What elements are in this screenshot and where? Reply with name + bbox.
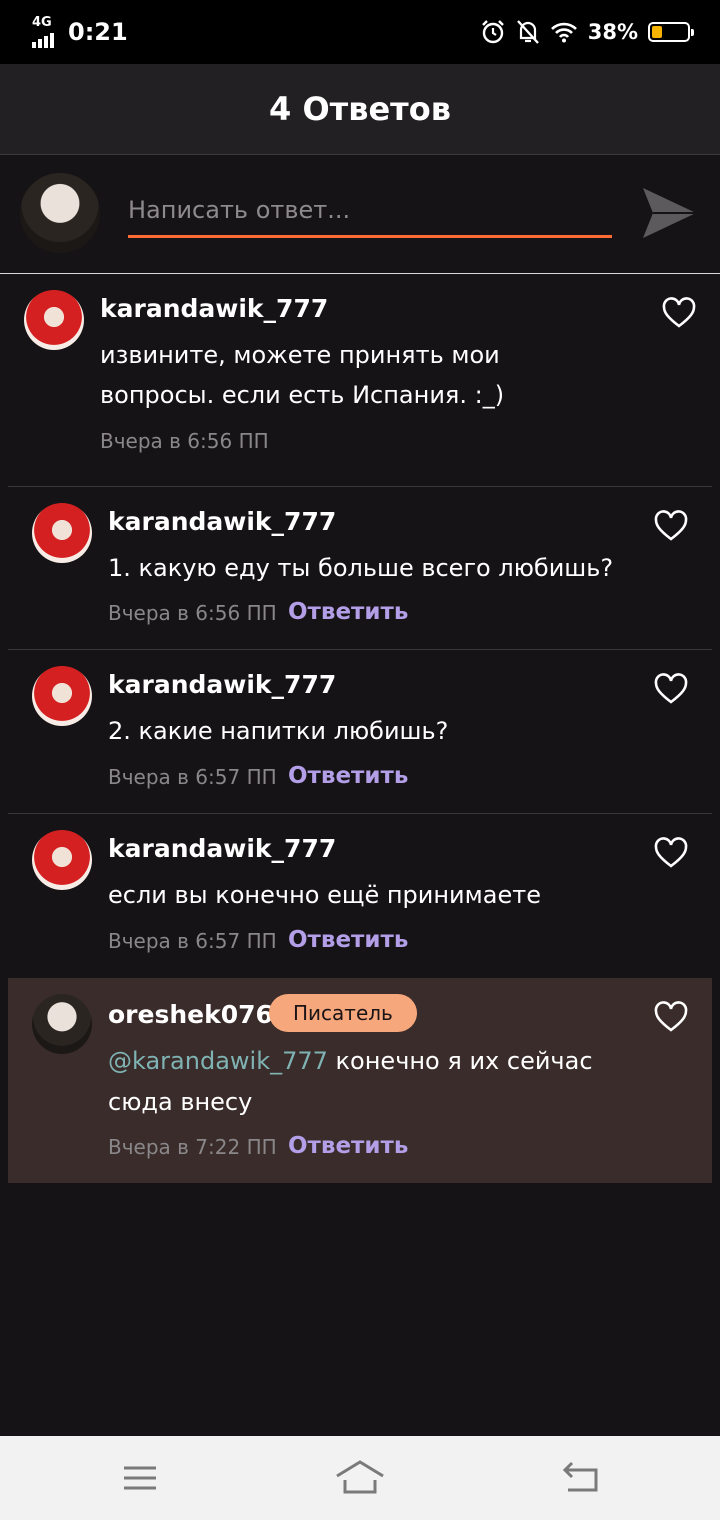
home-icon[interactable]	[335, 1458, 385, 1498]
comment-text-line2: вопросы. если есть Испания. :_)	[100, 381, 505, 409]
comment-time: Вчера в 6:57 ПП	[108, 929, 277, 953]
heart-icon[interactable]	[654, 836, 688, 870]
avatar[interactable]	[32, 994, 92, 1054]
clock: 0:21	[68, 18, 128, 46]
header: 4 Ответов	[0, 64, 720, 155]
page-title: 4 Ответов	[269, 90, 451, 128]
menu-icon[interactable]	[122, 1458, 158, 1498]
reply-item-highlighted: oreshek076 Писатель @karandawik_777 коне…	[8, 978, 712, 1183]
send-icon[interactable]	[640, 184, 698, 242]
reply-item: karandawik_777 если вы конечно ещё прини…	[8, 814, 712, 976]
reply-button[interactable]: Ответить	[288, 1133, 408, 1159]
writer-badge: Писатель	[269, 994, 417, 1032]
comment-time: Вчера в 6:56 ПП	[108, 601, 277, 625]
mention-link[interactable]: @karandawik_777	[108, 1047, 328, 1075]
wifi-icon	[550, 22, 577, 43]
comment-username[interactable]: oreshek076	[108, 1000, 273, 1029]
comment-text: 2. какие напитки любишь?	[108, 717, 449, 745]
avatar[interactable]	[32, 503, 92, 563]
reply-item: karandawik_777 1. какую еду ты больше вс…	[8, 487, 712, 649]
silent-bell-icon	[516, 20, 539, 44]
status-left: 4G 0:21	[30, 14, 128, 50]
comment-username[interactable]: karandawik_777	[100, 294, 328, 323]
comment-username[interactable]: karandawik_777	[108, 670, 336, 699]
reply-button[interactable]: Ответить	[288, 599, 408, 625]
reply-input[interactable]	[128, 185, 612, 238]
avatar[interactable]	[32, 666, 92, 726]
status-right: 38%	[480, 14, 694, 50]
heart-icon[interactable]	[654, 672, 688, 706]
reply-button[interactable]: Ответить	[288, 763, 408, 789]
comment-username[interactable]: karandawik_777	[108, 507, 336, 536]
network-type: 4G	[32, 15, 52, 30]
comment-text: извините, можете принять мои	[100, 341, 500, 369]
my-avatar[interactable]	[20, 173, 100, 253]
system-navigation-bar	[0, 1436, 720, 1520]
comment-time: Вчера в 6:56 ПП	[100, 429, 269, 453]
comment-text-line2: сюда внесу	[108, 1088, 253, 1116]
battery-percent: 38%	[587, 20, 638, 44]
comment-username[interactable]: karandawik_777	[108, 834, 336, 863]
battery-icon	[648, 22, 694, 42]
heart-icon[interactable]	[654, 1000, 688, 1034]
comment-item: karandawik_777 извините, можете принять …	[8, 274, 712, 486]
comment-text: 1. какую еду ты больше всего любишь?	[108, 554, 614, 582]
network-signal-icon: 4G	[30, 16, 62, 48]
alarm-icon	[481, 20, 504, 44]
comment-text-rest: конечно я их сейчас	[327, 1047, 593, 1075]
status-bar: 4G 0:21 38%	[0, 0, 720, 64]
battery-fill	[652, 26, 663, 38]
comment-text: если вы конечно ещё принимаете	[108, 881, 541, 909]
heart-icon[interactable]	[662, 296, 696, 330]
avatar[interactable]	[24, 290, 84, 350]
avatar[interactable]	[32, 830, 92, 890]
reply-item: karandawik_777 2. какие напитки любишь? …	[8, 650, 712, 812]
back-icon[interactable]	[560, 1458, 600, 1498]
comment-time: Вчера в 7:22 ПП	[108, 1135, 277, 1159]
comment-text: @karandawik_777 конечно я их сейчас	[108, 1040, 593, 1082]
comment-time: Вчера в 6:57 ПП	[108, 765, 277, 789]
heart-icon[interactable]	[654, 509, 688, 543]
reply-compose-bar	[0, 155, 720, 274]
reply-button[interactable]: Ответить	[288, 927, 408, 953]
